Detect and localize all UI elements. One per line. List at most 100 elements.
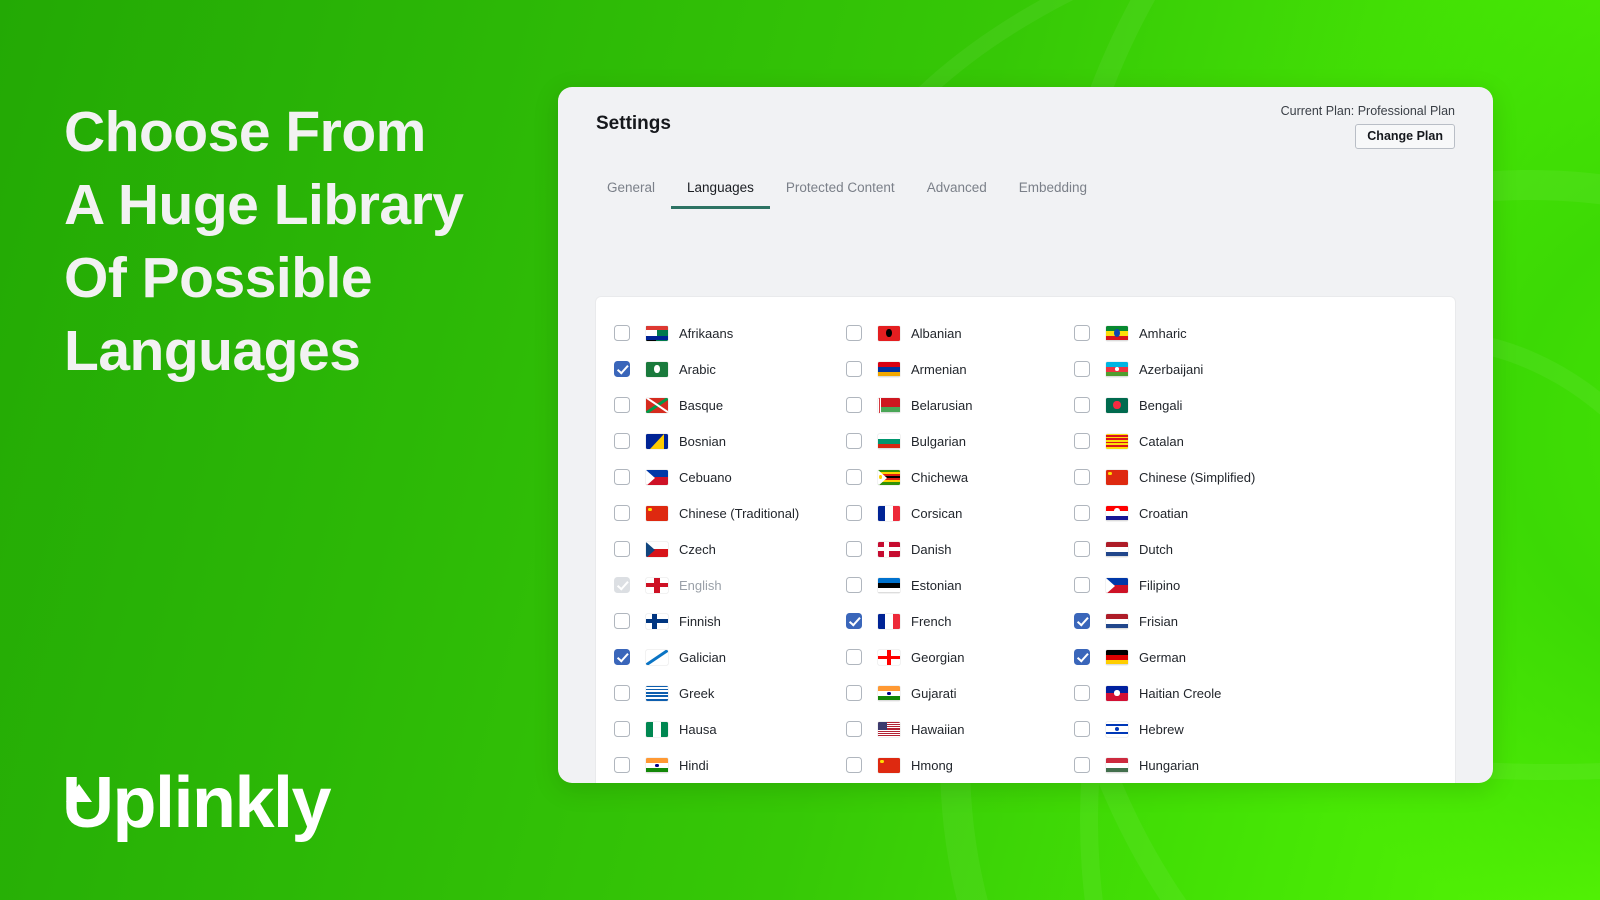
language-checkbox[interactable] — [614, 397, 630, 413]
language-item[interactable]: Georgian — [846, 639, 1074, 675]
language-checkbox[interactable] — [1074, 649, 1090, 665]
language-checkbox[interactable] — [1074, 469, 1090, 485]
language-item[interactable]: Estonian — [846, 567, 1074, 603]
language-item[interactable]: Haitian Creole — [1074, 675, 1455, 711]
language-checkbox[interactable] — [614, 541, 630, 557]
language-checkbox[interactable] — [1074, 613, 1090, 629]
flag-icon — [646, 721, 668, 737]
language-checkbox[interactable] — [1074, 433, 1090, 449]
language-checkbox[interactable] — [614, 757, 630, 773]
flag-icon — [1106, 325, 1128, 341]
language-label: Arabic — [679, 361, 716, 377]
language-item[interactable]: Azerbaijani — [1074, 351, 1455, 387]
flag-icon — [646, 397, 668, 413]
language-checkbox[interactable] — [614, 613, 630, 629]
language-label: Dutch — [1139, 541, 1173, 557]
language-item[interactable]: Czech — [614, 531, 846, 567]
language-checkbox[interactable] — [846, 649, 862, 665]
language-checkbox[interactable] — [1074, 325, 1090, 341]
language-label: Belarusian — [911, 397, 973, 413]
language-item[interactable]: Finnish — [614, 603, 846, 639]
flag-icon — [1106, 721, 1128, 737]
language-item[interactable]: Amharic — [1074, 315, 1455, 351]
language-item[interactable]: Hindi — [614, 747, 846, 783]
language-item[interactable]: Corsican — [846, 495, 1074, 531]
language-item[interactable]: Chinese (Simplified) — [1074, 459, 1455, 495]
language-item[interactable]: Catalan — [1074, 423, 1455, 459]
flag-icon — [878, 397, 900, 413]
tab-languages[interactable]: Languages — [671, 180, 770, 209]
language-item[interactable]: Chinese (Traditional) — [614, 495, 846, 531]
tab-embedding[interactable]: Embedding — [1003, 180, 1103, 209]
flag-icon — [1106, 505, 1128, 521]
language-checkbox[interactable] — [846, 721, 862, 737]
language-item[interactable]: Armenian — [846, 351, 1074, 387]
language-item[interactable]: Hawaiian — [846, 711, 1074, 747]
language-checkbox[interactable] — [846, 361, 862, 377]
flag-icon — [646, 469, 668, 485]
flag-icon — [646, 433, 668, 449]
language-checkbox[interactable] — [846, 577, 862, 593]
language-item[interactable]: Hebrew — [1074, 711, 1455, 747]
language-checkbox[interactable] — [614, 649, 630, 665]
language-checkbox[interactable] — [846, 433, 862, 449]
language-item[interactable]: Belarusian — [846, 387, 1074, 423]
language-label: Georgian — [911, 649, 965, 665]
language-label: Corsican — [911, 505, 963, 521]
language-checkbox[interactable] — [1074, 361, 1090, 377]
tab-protected-content[interactable]: Protected Content — [770, 180, 911, 209]
language-item[interactable]: Bengali — [1074, 387, 1455, 423]
language-checkbox[interactable] — [1074, 397, 1090, 413]
language-checkbox[interactable] — [1074, 685, 1090, 701]
language-checkbox[interactable] — [1074, 721, 1090, 737]
language-item[interactable]: Basque — [614, 387, 846, 423]
language-item[interactable]: Filipino — [1074, 567, 1455, 603]
language-item[interactable]: Galician — [614, 639, 846, 675]
language-checkbox[interactable] — [1074, 505, 1090, 521]
flag-icon — [1106, 397, 1128, 413]
language-checkbox[interactable] — [614, 433, 630, 449]
language-label: Haitian Creole — [1139, 685, 1222, 701]
language-item[interactable]: Croatian — [1074, 495, 1455, 531]
language-checkbox[interactable] — [1074, 541, 1090, 557]
language-checkbox[interactable] — [614, 361, 630, 377]
language-item[interactable]: Cebuano — [614, 459, 846, 495]
language-item[interactable]: Dutch — [1074, 531, 1455, 567]
language-item[interactable]: Bulgarian — [846, 423, 1074, 459]
language-checkbox[interactable] — [1074, 757, 1090, 773]
language-checkbox[interactable] — [846, 613, 862, 629]
language-label: Hausa — [679, 721, 717, 737]
change-plan-button[interactable]: Change Plan — [1355, 124, 1455, 149]
language-item[interactable]: Hungarian — [1074, 747, 1455, 783]
language-item[interactable]: Gujarati — [846, 675, 1074, 711]
language-item[interactable]: Afrikaans — [614, 315, 846, 351]
language-item[interactable]: Chichewa — [846, 459, 1074, 495]
language-item[interactable]: Albanian — [846, 315, 1074, 351]
language-checkbox[interactable] — [614, 325, 630, 341]
language-checkbox[interactable] — [846, 505, 862, 521]
headline-line: Choose From — [64, 100, 426, 164]
language-checkbox[interactable] — [846, 757, 862, 773]
language-item[interactable]: Greek — [614, 675, 846, 711]
language-checkbox[interactable] — [614, 685, 630, 701]
card-header: Settings Current Plan: Professional Plan… — [558, 87, 1493, 165]
language-checkbox[interactable] — [1074, 577, 1090, 593]
language-item[interactable]: French — [846, 603, 1074, 639]
language-checkbox[interactable] — [614, 505, 630, 521]
tab-advanced[interactable]: Advanced — [911, 180, 1003, 209]
language-item[interactable]: Hausa — [614, 711, 846, 747]
language-checkbox[interactable] — [846, 397, 862, 413]
language-item[interactable]: Frisian — [1074, 603, 1455, 639]
language-item[interactable]: German — [1074, 639, 1455, 675]
language-checkbox[interactable] — [846, 541, 862, 557]
language-checkbox[interactable] — [614, 721, 630, 737]
language-item[interactable]: Arabic — [614, 351, 846, 387]
language-item[interactable]: Hmong — [846, 747, 1074, 783]
language-checkbox[interactable] — [614, 469, 630, 485]
language-item[interactable]: Bosnian — [614, 423, 846, 459]
language-checkbox[interactable] — [846, 325, 862, 341]
language-checkbox[interactable] — [846, 685, 862, 701]
tab-general[interactable]: General — [591, 180, 671, 209]
language-checkbox[interactable] — [846, 469, 862, 485]
language-item[interactable]: Danish — [846, 531, 1074, 567]
